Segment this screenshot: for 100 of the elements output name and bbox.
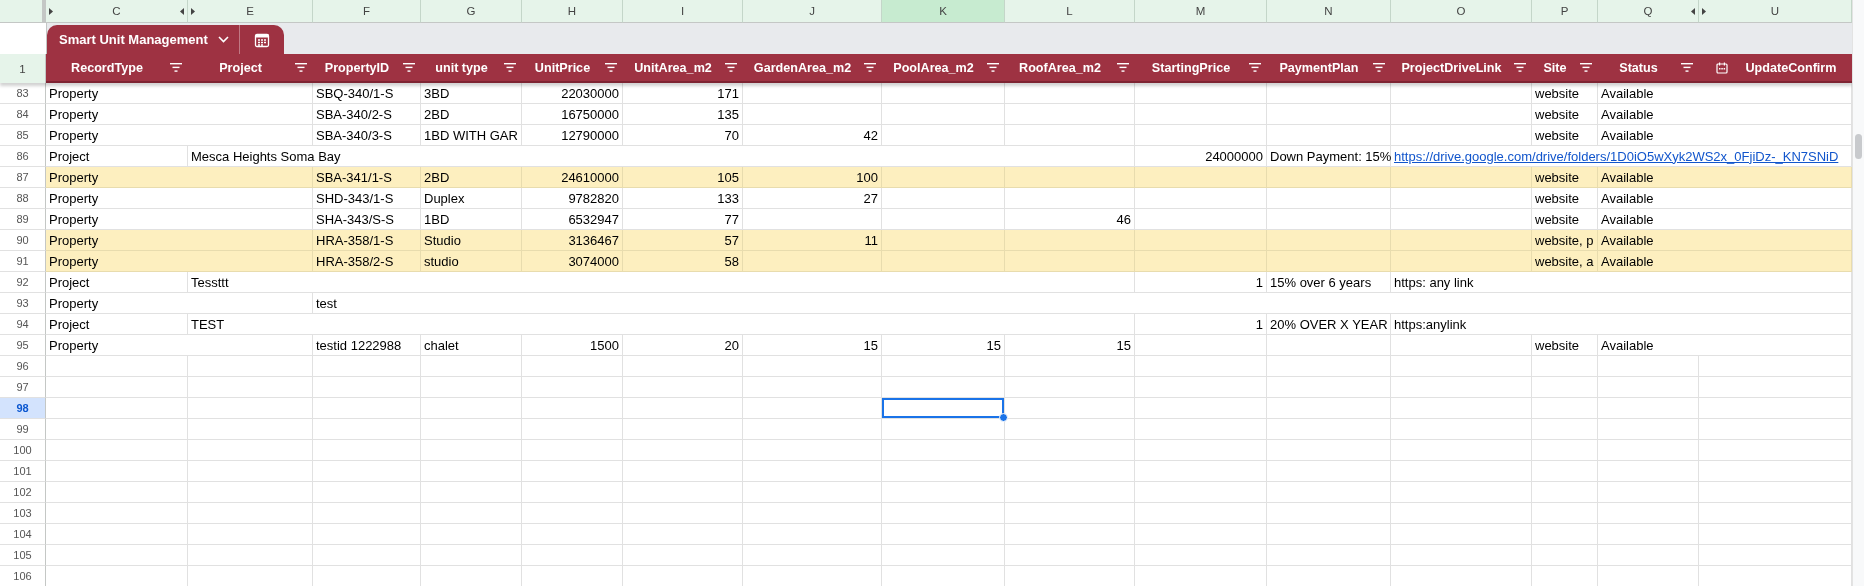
empty-cell[interactable] — [1135, 377, 1267, 398]
empty-cell[interactable] — [1267, 125, 1391, 146]
empty-cell[interactable] — [522, 482, 623, 503]
empty-cell[interactable] — [522, 377, 623, 398]
empty-cell[interactable] — [882, 482, 1005, 503]
empty-cell[interactable] — [313, 461, 421, 482]
empty-cell[interactable] — [1598, 356, 1699, 377]
empty-cell[interactable] — [421, 503, 522, 524]
filter-icon[interactable] — [403, 63, 415, 72]
column-letter[interactable]: C — [46, 0, 188, 23]
empty-cell[interactable] — [1005, 545, 1135, 566]
expand-left-icon[interactable] — [191, 8, 195, 15]
filter-icon[interactable] — [605, 63, 617, 72]
column-letter[interactable]: I — [623, 0, 743, 23]
empty-cell[interactable] — [1135, 524, 1267, 545]
empty-cell[interactable] — [1598, 377, 1699, 398]
empty-cell[interactable] — [522, 461, 623, 482]
empty-cell[interactable] — [1005, 377, 1135, 398]
empty-cell[interactable] — [1005, 188, 1135, 209]
row-number[interactable]: 86 — [0, 146, 46, 167]
empty-cell[interactable] — [1532, 377, 1598, 398]
empty-cell[interactable] — [421, 440, 522, 461]
empty-cell[interactable] — [1391, 377, 1532, 398]
empty-cell[interactable] — [623, 461, 743, 482]
empty-cell[interactable] — [1391, 125, 1532, 146]
empty-cell[interactable] — [882, 524, 1005, 545]
empty-cell[interactable] — [623, 545, 743, 566]
empty-cell[interactable] — [743, 398, 882, 419]
empty-cell[interactable] — [743, 377, 882, 398]
expand-left-icon[interactable] — [1702, 8, 1706, 15]
empty-cell[interactable] — [882, 125, 1005, 146]
row-number[interactable]: 1 — [0, 54, 46, 83]
filter-icon[interactable] — [295, 63, 307, 72]
empty-cell[interactable] — [1532, 356, 1598, 377]
empty-cell[interactable] — [522, 503, 623, 524]
empty-cell[interactable] — [1005, 524, 1135, 545]
fill-handle[interactable] — [999, 413, 1008, 422]
row-number[interactable]: 93 — [0, 293, 46, 314]
empty-cell[interactable] — [743, 83, 882, 104]
empty-cell[interactable] — [743, 503, 882, 524]
expand-left-icon[interactable] — [49, 8, 53, 15]
empty-cell[interactable] — [1267, 335, 1391, 356]
empty-cell[interactable] — [1532, 461, 1598, 482]
filter-icon[interactable] — [725, 63, 737, 72]
row-number[interactable]: 98 — [0, 398, 46, 419]
empty-cell[interactable] — [1267, 398, 1391, 419]
empty-cell[interactable] — [1598, 524, 1699, 545]
row-number[interactable]: 95 — [0, 335, 46, 356]
empty-cell[interactable] — [1135, 125, 1267, 146]
empty-cell[interactable] — [188, 356, 313, 377]
empty-cell[interactable] — [1267, 440, 1391, 461]
empty-cell[interactable] — [1391, 356, 1532, 377]
empty-cell[interactable] — [882, 188, 1005, 209]
column-letter[interactable]: H — [522, 0, 623, 23]
empty-cell[interactable] — [1391, 419, 1532, 440]
empty-cell[interactable] — [1532, 524, 1598, 545]
column-letter[interactable]: N — [1267, 0, 1391, 23]
empty-cell[interactable] — [313, 545, 421, 566]
empty-cell[interactable] — [522, 419, 623, 440]
empty-cell[interactable] — [1267, 482, 1391, 503]
row-number[interactable]: 84 — [0, 104, 46, 125]
empty-cell[interactable] — [1135, 356, 1267, 377]
empty-cell[interactable] — [1532, 482, 1598, 503]
filter-icon[interactable] — [170, 63, 182, 72]
empty-cell[interactable] — [1532, 503, 1598, 524]
column-letter[interactable]: U — [1699, 0, 1852, 23]
empty-cell[interactable] — [882, 503, 1005, 524]
empty-cell[interactable] — [1005, 419, 1135, 440]
empty-cell[interactable] — [313, 419, 421, 440]
empty-cell[interactable] — [1005, 503, 1135, 524]
empty-cell[interactable] — [1267, 356, 1391, 377]
empty-cell[interactable] — [743, 104, 882, 125]
empty-cell[interactable] — [1005, 83, 1135, 104]
empty-cell[interactable] — [1598, 398, 1699, 419]
empty-cell[interactable] — [188, 440, 313, 461]
scrollbar-thumb[interactable] — [1855, 134, 1862, 159]
empty-cell[interactable] — [1135, 335, 1267, 356]
empty-cell[interactable] — [1598, 482, 1699, 503]
filter-icon[interactable] — [1681, 63, 1693, 72]
empty-cell[interactable] — [1267, 188, 1391, 209]
empty-cell[interactable] — [882, 356, 1005, 377]
empty-cell[interactable] — [743, 545, 882, 566]
empty-cell[interactable] — [623, 419, 743, 440]
empty-cell[interactable] — [313, 524, 421, 545]
selected-cell[interactable] — [882, 398, 1005, 419]
empty-cell[interactable] — [623, 398, 743, 419]
empty-cell[interactable] — [313, 356, 421, 377]
empty-cell[interactable] — [1135, 104, 1267, 125]
empty-cell[interactable] — [188, 461, 313, 482]
row-number[interactable]: 87 — [0, 167, 46, 188]
empty-cell[interactable] — [1391, 545, 1532, 566]
empty-cell[interactable] — [882, 440, 1005, 461]
empty-cell[interactable] — [743, 419, 882, 440]
empty-cell[interactable] — [1267, 83, 1391, 104]
empty-cell[interactable] — [1135, 545, 1267, 566]
expand-right-icon[interactable] — [1691, 8, 1695, 15]
empty-cell[interactable] — [522, 545, 623, 566]
row-number[interactable]: 102 — [0, 482, 46, 503]
empty-cell[interactable] — [1391, 440, 1532, 461]
empty-cell[interactable] — [1135, 461, 1267, 482]
